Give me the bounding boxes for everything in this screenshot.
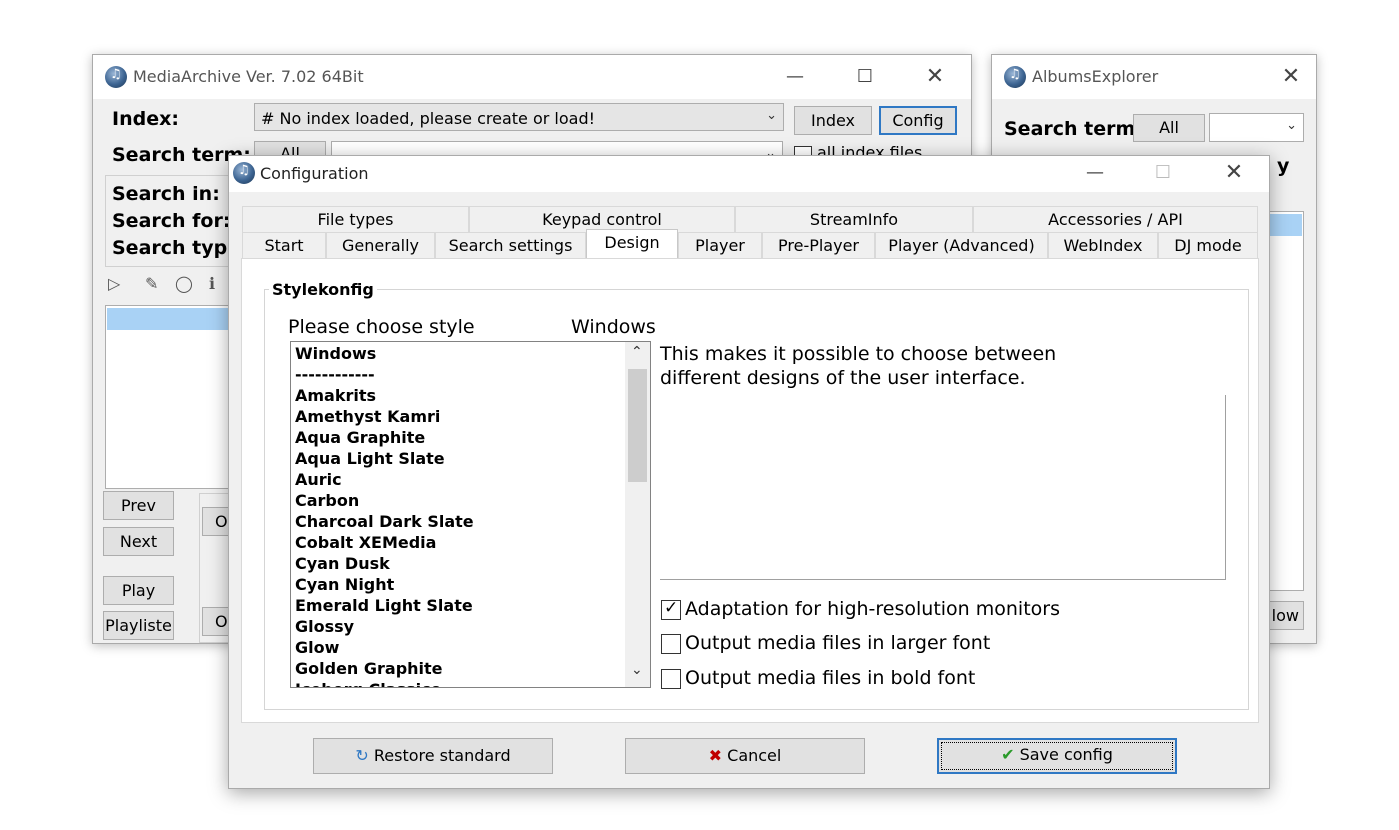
checkmark-icon: ✓ bbox=[664, 598, 679, 618]
refresh-icon: ↻ bbox=[355, 746, 369, 765]
style-list-item[interactable]: Cyan Dusk bbox=[291, 553, 624, 574]
bold-font-label: Output media files in bold font bbox=[685, 667, 976, 689]
preview-area bbox=[660, 395, 1226, 580]
albumsexplorer-titlebar[interactable]: AlbumsExplorer ✕ bbox=[992, 55, 1316, 99]
toolbar: ▷ ✎ ◯ ℹ bbox=[105, 270, 235, 300]
search-for-label: Search for: bbox=[112, 210, 231, 232]
albums-search-term-label: Search term: bbox=[1004, 118, 1143, 140]
choose-style-label: Please choose style bbox=[288, 316, 475, 338]
app-icon bbox=[233, 162, 255, 184]
chevron-down-icon: ⌄ bbox=[1286, 118, 1297, 133]
chevron-up-icon[interactable]: ⌃ bbox=[631, 344, 643, 360]
window-title: AlbumsExplorer bbox=[1032, 67, 1159, 86]
edit-icon[interactable]: ✎ bbox=[145, 274, 158, 293]
albums-partial-label: y bbox=[1277, 155, 1290, 177]
dialog-title: Configuration bbox=[260, 164, 369, 183]
search-in-label: Search in: bbox=[112, 183, 220, 205]
tab-design[interactable]: Design bbox=[586, 229, 678, 259]
albums-all-button[interactable]: All bbox=[1133, 114, 1205, 142]
playliste-button[interactable]: Playliste bbox=[103, 611, 174, 640]
tab-start[interactable]: Start bbox=[242, 232, 326, 258]
albums-list[interactable] bbox=[1268, 211, 1304, 591]
minimize-icon[interactable]: — bbox=[1075, 159, 1115, 187]
next-button[interactable]: Next bbox=[103, 527, 174, 556]
index-combo[interactable]: # No index loaded, please create or load… bbox=[254, 103, 784, 131]
cancel-label: Cancel bbox=[727, 746, 782, 765]
style-list-item[interactable]: Amethyst Kamri bbox=[291, 406, 624, 427]
mediaarchive-titlebar[interactable]: MediaArchive Ver. 7.02 64Bit — ☐ ✕ bbox=[93, 55, 971, 99]
prev-button[interactable]: Prev bbox=[103, 491, 174, 520]
index-label: Index: bbox=[112, 108, 179, 130]
selected-row[interactable] bbox=[107, 308, 231, 330]
albums-partial-button[interactable]: low bbox=[1264, 601, 1304, 630]
larger-font-label: Output media files in larger font bbox=[685, 632, 991, 654]
config-button[interactable]: Config bbox=[879, 106, 957, 135]
style-list-item[interactable]: Cyan Night bbox=[291, 574, 624, 595]
x-icon: ✖ bbox=[708, 746, 723, 765]
style-list-item[interactable]: Windows bbox=[291, 343, 624, 364]
style-list-scrollbar[interactable]: ⌃ ⌄ bbox=[625, 342, 650, 687]
chevron-down-icon: ⌄ bbox=[766, 108, 777, 123]
stylekonfig-title: Stylekonfig bbox=[269, 280, 377, 299]
tab-pre-player[interactable]: Pre-Player bbox=[762, 232, 875, 258]
style-list-item[interactable]: Amakrits bbox=[291, 385, 624, 406]
tab-streaminfo[interactable]: StreamInfo bbox=[735, 206, 973, 232]
save-config-label: Save config bbox=[1019, 745, 1113, 764]
style-list[interactable]: Windows ------------ Amakrits Amethyst Kamr… bbox=[290, 341, 651, 688]
style-list-item[interactable]: Golden Graphite bbox=[291, 658, 624, 679]
configuration-titlebar[interactable]: Configuration — ☐ ✕ bbox=[229, 156, 1269, 192]
tab-player[interactable]: Player bbox=[678, 232, 762, 258]
style-list-item[interactable]: Carbon bbox=[291, 490, 624, 511]
high-resolution-label: Adaptation for high-resolution monitors bbox=[685, 598, 1060, 620]
close-icon[interactable]: ✕ bbox=[1271, 63, 1311, 91]
maximize-icon[interactable]: ☐ bbox=[845, 63, 885, 91]
tab-dj-mode[interactable]: DJ mode bbox=[1158, 232, 1258, 258]
style-list-item[interactable]: Aqua Graphite bbox=[291, 427, 624, 448]
chevron-down-icon[interactable]: ⌄ bbox=[631, 662, 643, 678]
minimize-icon[interactable]: — bbox=[775, 63, 815, 91]
albums-selected-row[interactable] bbox=[1270, 214, 1302, 236]
headphones-icon[interactable]: ◯ bbox=[175, 274, 193, 293]
style-list-item[interactable]: Charcoal Dark Slate bbox=[291, 511, 624, 532]
tab-generally[interactable]: Generally bbox=[326, 232, 435, 258]
style-description: This makes it possible to choose between… bbox=[660, 343, 1057, 389]
play-button[interactable]: Play bbox=[103, 576, 174, 605]
window-title: MediaArchive Ver. 7.02 64Bit bbox=[133, 67, 364, 86]
larger-font-checkbox[interactable] bbox=[661, 634, 681, 654]
style-list-item[interactable]: Auric bbox=[291, 469, 624, 490]
albums-combo[interactable]: ⌄ bbox=[1209, 113, 1304, 142]
style-list-item[interactable]: Emerald Light Slate bbox=[291, 595, 624, 616]
index-combo-value: # No index loaded, please create or load… bbox=[261, 109, 596, 128]
play-icon[interactable]: ▷ bbox=[108, 274, 120, 293]
style-list-item[interactable]: Aqua Light Slate bbox=[291, 448, 624, 469]
bold-font-checkbox[interactable] bbox=[661, 669, 681, 689]
tab-accessories-api[interactable]: Accessories / API bbox=[973, 206, 1258, 232]
index-button[interactable]: Index bbox=[794, 106, 872, 135]
cancel-button[interactable]: ✖ Cancel bbox=[625, 738, 865, 774]
tab-player-advanced[interactable]: Player (Advanced) bbox=[875, 232, 1048, 258]
tab-search-settings[interactable]: Search settings bbox=[435, 232, 586, 258]
results-list[interactable] bbox=[105, 305, 233, 489]
style-list-item[interactable]: Cobalt XEMedia bbox=[291, 532, 624, 553]
save-config-button[interactable]: ✔ Save config bbox=[937, 738, 1177, 774]
restore-standard-button[interactable]: ↻ Restore standard bbox=[313, 738, 553, 774]
tab-webindex[interactable]: WebIndex bbox=[1048, 232, 1158, 258]
current-style-value: Windows bbox=[571, 316, 656, 338]
app-icon bbox=[105, 66, 127, 88]
app-icon bbox=[1004, 66, 1026, 88]
style-list-items: Windows ------------ Amakrits Amethyst Kamr… bbox=[291, 343, 624, 687]
tab-file-types[interactable]: File types bbox=[242, 206, 469, 232]
style-list-item[interactable]: ------------ bbox=[291, 364, 624, 385]
style-list-item[interactable]: Glossy bbox=[291, 616, 624, 637]
close-icon[interactable]: ✕ bbox=[1214, 159, 1254, 187]
checkmark-icon: ✔ bbox=[1001, 745, 1015, 764]
restore-standard-label: Restore standard bbox=[373, 746, 511, 765]
info-icon[interactable]: ℹ bbox=[209, 274, 215, 293]
high-resolution-checkbox[interactable]: ✓ bbox=[661, 598, 681, 620]
maximize-icon[interactable]: ☐ bbox=[1143, 159, 1183, 187]
style-list-item[interactable]: Glow bbox=[291, 637, 624, 658]
close-icon[interactable]: ✕ bbox=[915, 63, 955, 91]
scrollbar-thumb[interactable] bbox=[628, 369, 647, 482]
style-list-item[interactable]: Iceberg Classico bbox=[291, 679, 624, 687]
